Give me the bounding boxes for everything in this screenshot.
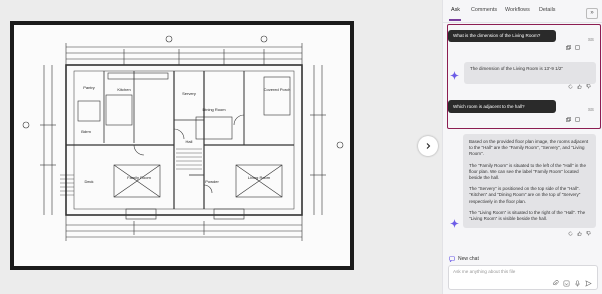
room-label-servery: Servery bbox=[182, 91, 196, 96]
tab-comments[interactable]: Comments bbox=[471, 7, 497, 13]
ai-message-2: Based on the provided floor plan image, … bbox=[463, 134, 596, 228]
user-message-text: What is the dimension of the Living Room… bbox=[453, 33, 541, 38]
copy-icon[interactable] bbox=[566, 45, 571, 50]
chat-input[interactable] bbox=[453, 269, 593, 274]
thumbs-up-icon[interactable] bbox=[577, 84, 582, 89]
thumbs-up-icon[interactable] bbox=[577, 231, 582, 236]
copy-icon[interactable] bbox=[566, 117, 571, 122]
user-message-text: Which room is adjacent to the hall? bbox=[453, 104, 525, 109]
room-label-powder: Powder bbox=[205, 179, 219, 184]
room-label-bdrm: Bdrm bbox=[81, 129, 91, 134]
room-label-hall: Hall bbox=[186, 139, 193, 144]
tab-details[interactable]: Details bbox=[539, 7, 555, 13]
document-viewer: Dining Room Kitchen Servery Pantry Famil… bbox=[0, 0, 442, 294]
new-chat-icon bbox=[449, 256, 455, 262]
message-actions bbox=[566, 45, 580, 50]
ai-message-actions bbox=[568, 84, 591, 89]
active-tab-indicator bbox=[449, 19, 461, 21]
ai-message-1: The dimension of the Living Room is 13'-… bbox=[464, 62, 596, 84]
next-page-button[interactable] bbox=[418, 136, 438, 156]
ai-sparkle-icon bbox=[450, 219, 459, 228]
new-chat-label: New chat bbox=[458, 256, 479, 262]
panel-tabs: Ask Comments Workflows Details » bbox=[443, 0, 602, 23]
message-actions bbox=[566, 117, 580, 122]
send-icon[interactable] bbox=[585, 280, 592, 287]
thumbs-down-icon[interactable] bbox=[586, 231, 591, 236]
user-avatar: SS bbox=[588, 37, 594, 42]
room-label-deck: Deck bbox=[84, 179, 93, 184]
attach-icon[interactable] bbox=[552, 280, 559, 287]
room-label-living: Living Room bbox=[248, 175, 271, 180]
pin-icon[interactable] bbox=[575, 117, 580, 122]
refresh-icon[interactable] bbox=[568, 231, 573, 236]
floor-plan-svg: Dining Room Kitchen Servery Pantry Famil… bbox=[22, 35, 344, 241]
new-chat-button[interactable]: New chat bbox=[449, 256, 479, 262]
collapse-panel-button[interactable]: » bbox=[586, 8, 598, 19]
document-page: Dining Room Kitchen Servery Pantry Famil… bbox=[10, 21, 354, 270]
pin-icon[interactable] bbox=[575, 45, 580, 50]
refresh-icon[interactable] bbox=[568, 84, 573, 89]
room-label-covered-porch: Covered Porch bbox=[264, 87, 291, 92]
ai-paragraph: The "Servery" is positioned on the top s… bbox=[469, 186, 581, 204]
ai-message-text: The dimension of the Living Room is 13'-… bbox=[470, 66, 564, 71]
tab-ask[interactable]: Ask bbox=[451, 7, 460, 13]
user-avatar: SS bbox=[588, 107, 594, 112]
ai-sparkle-icon bbox=[450, 71, 459, 80]
room-label-pantry: Pantry bbox=[83, 85, 95, 90]
ai-paragraph: The "Living Room" is situated to the rig… bbox=[469, 209, 586, 222]
chat-composer bbox=[448, 265, 598, 290]
floor-plan-drawing[interactable]: Dining Room Kitchen Servery Pantry Famil… bbox=[14, 25, 350, 266]
thumbs-down-icon[interactable] bbox=[586, 84, 591, 89]
ai-paragraph: The "Family Room" is situated to the lef… bbox=[469, 162, 586, 181]
user-message-1: What is the dimension of the Living Room… bbox=[448, 30, 556, 42]
ai-message-actions bbox=[568, 231, 591, 236]
tab-workflows[interactable]: Workflows bbox=[505, 7, 530, 13]
microphone-icon[interactable] bbox=[574, 280, 581, 287]
ai-paragraph: Based on the provided floor plan image, … bbox=[469, 139, 589, 157]
room-label-kitchen: Kitchen bbox=[117, 87, 130, 92]
room-label-dining: Dining Room bbox=[202, 107, 226, 112]
image-icon[interactable] bbox=[563, 280, 570, 287]
room-label-family: Family Room bbox=[127, 175, 151, 180]
chevron-right-icon bbox=[426, 143, 431, 149]
user-message-2: Which room is adjacent to the hall? bbox=[448, 100, 556, 113]
